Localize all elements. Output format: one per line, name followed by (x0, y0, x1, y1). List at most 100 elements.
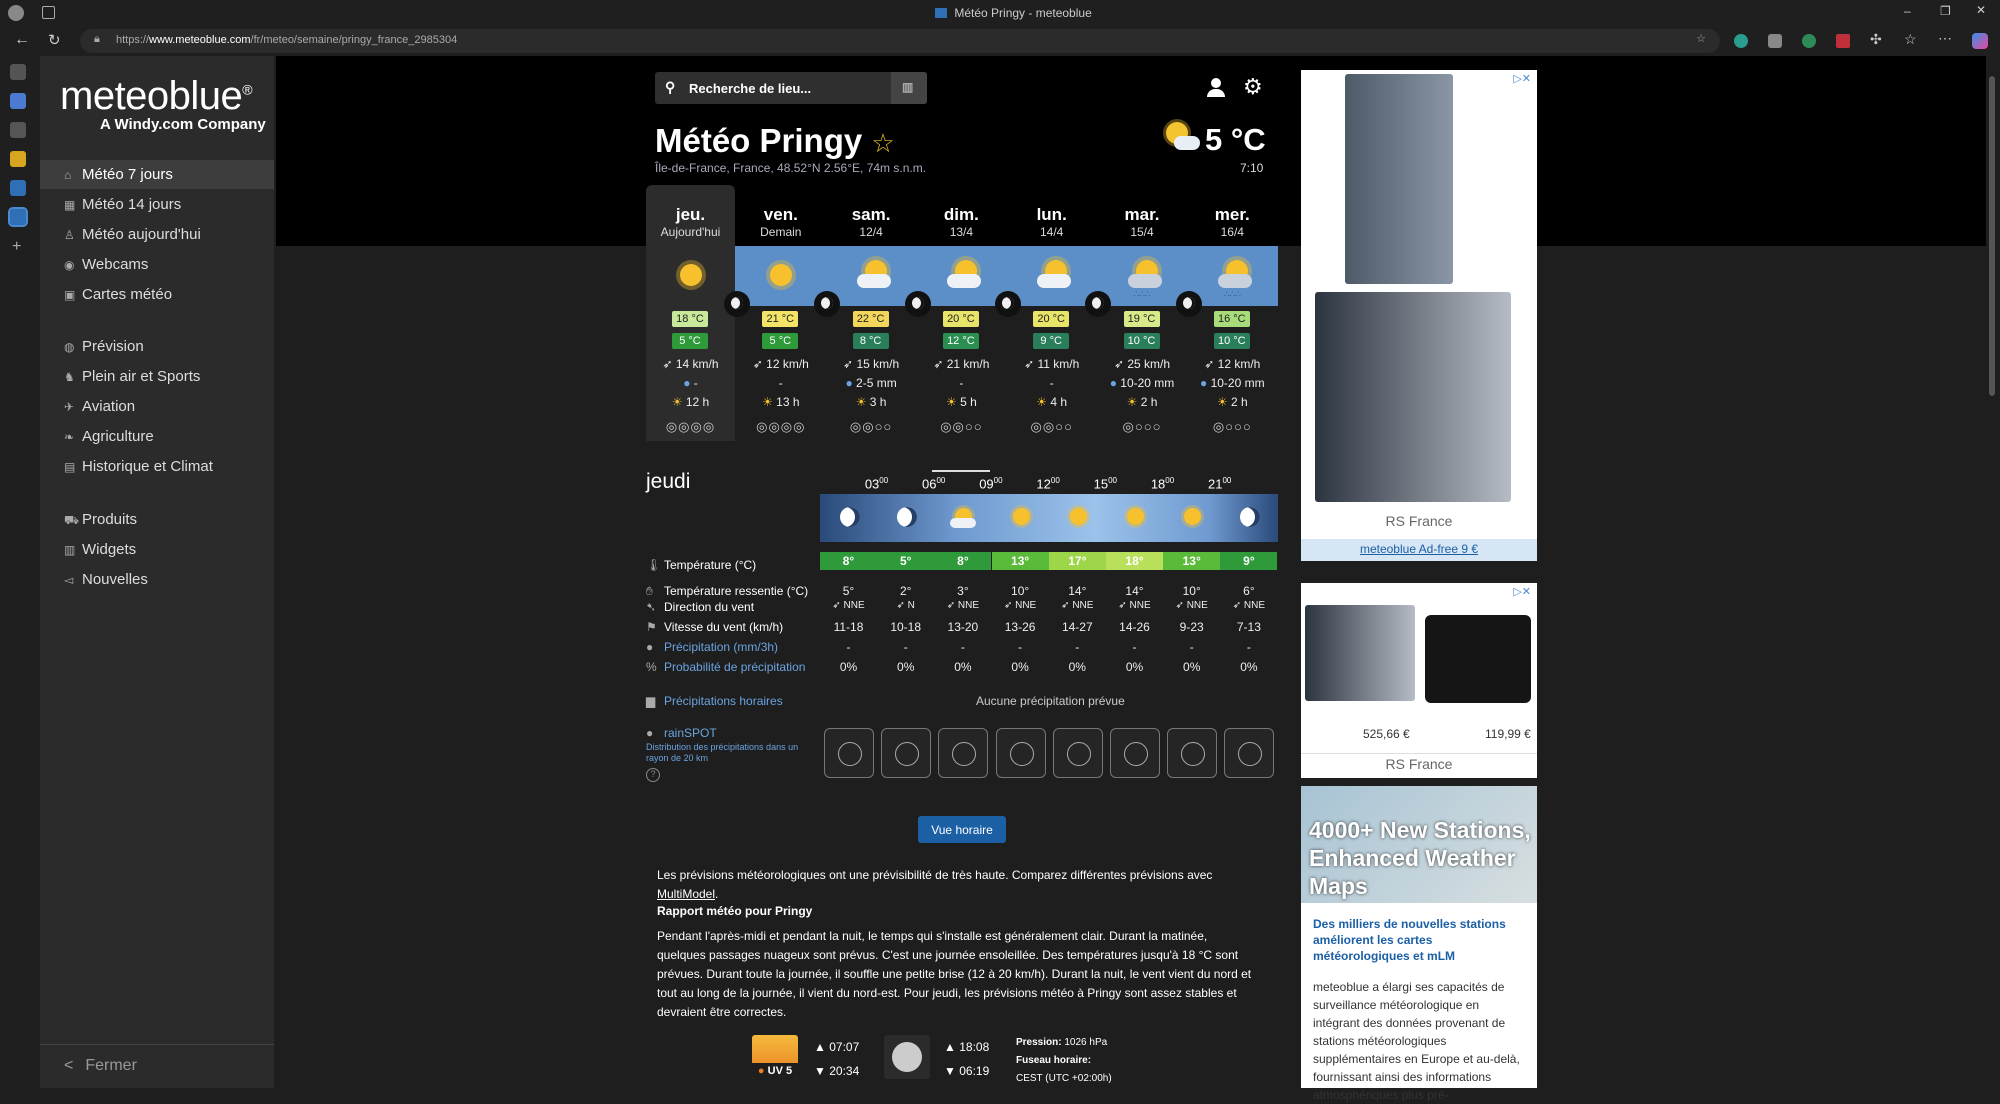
vertical-tab[interactable] (10, 122, 26, 138)
day-precipitation: ● 10-20 mm (1109, 376, 1175, 390)
wind-arrow-icon: ➶ (946, 600, 956, 611)
restore-icon[interactable]: ❐ (1940, 4, 1951, 18)
ad-product-image (1305, 605, 1415, 701)
close-sidebar-button[interactable]: < Fermer (40, 1044, 274, 1088)
vertical-tab[interactable] (10, 151, 26, 167)
extension-icon[interactable] (1768, 34, 1782, 48)
settings-gear-icon[interactable]: ⚙ (1243, 74, 1263, 100)
help-icon[interactable]: ? (646, 768, 660, 782)
sidebar-item-label: Agriculture (82, 428, 154, 445)
sidebar-item-nouvelles[interactable]: ◅ Nouvelles (40, 565, 274, 594)
sidebar-item-label: Produits (82, 511, 138, 528)
search-input[interactable]: ⚲ Recherche de lieu... ▥ (655, 72, 927, 104)
ad-choices-icon[interactable]: ▷✕ (1513, 585, 1531, 598)
rainspot-tile[interactable] (1052, 728, 1103, 778)
ad-choices-icon[interactable]: ▷✕ (1513, 72, 1531, 85)
meteoblue-logo[interactable]: meteoblue® (60, 74, 253, 119)
new-tab-icon[interactable]: + (12, 238, 36, 256)
day-temp-max: 22 °C (852, 311, 889, 327)
vertical-tab[interactable] (10, 64, 26, 80)
browser-profile-icon[interactable] (8, 5, 24, 21)
minimize-icon[interactable]: – (1904, 4, 1911, 18)
hourly-dir-cell: ➶ NNE (1061, 600, 1094, 611)
news-title[interactable]: Des milliers de nouvelles stations améli… (1313, 916, 1525, 964)
rainspot-tile[interactable] (1167, 728, 1218, 778)
hourly-view-button[interactable]: Vue horaire (918, 816, 1006, 843)
multimodel-link[interactable]: MultiModel (657, 887, 715, 901)
favorites-icon[interactable]: ☆ (1904, 31, 1917, 48)
rainspot-tile[interactable] (995, 728, 1046, 778)
day-temp-min: 10 °C (1213, 333, 1250, 349)
rainspot-label[interactable]: ● rainSPOT (646, 726, 717, 740)
day-name: jeu. (675, 205, 706, 224)
sidebar-item-aviation[interactable]: ✈ Aviation (40, 392, 274, 421)
hourly-prec-cell: - (1075, 640, 1080, 654)
adfree-link[interactable]: meteoblue Ad-free 9 € (1301, 539, 1537, 561)
favorite-star-icon[interactable]: ☆ (1696, 32, 1706, 45)
rainspot-tile[interactable] (1110, 728, 1160, 778)
extension-icon[interactable] (1802, 34, 1816, 48)
sidebar-item-m-t-o-14-jours[interactable]: ▦ Météo 14 jours (40, 190, 274, 219)
sidebar-item-m-t-o-7-jours[interactable]: ⌂ Météo 7 jours (40, 160, 274, 189)
wind-arrow-icon: ➶ (832, 600, 841, 611)
hourly-prec-cell: - (1246, 640, 1251, 654)
partly-cloudy-icon (1033, 256, 1073, 296)
rainspot-tile[interactable] (824, 728, 874, 778)
sidebar-item-widgets[interactable]: ▥ Widgets (40, 535, 274, 564)
day-predictability: ◎○○○ (1212, 419, 1252, 434)
ad-banner-1[interactable]: ▷✕ RS France (1301, 70, 1537, 539)
ad-banner-2[interactable]: ▷✕ 525,66 € 119,99 € RS France (1301, 583, 1537, 778)
night-moon-icon (904, 291, 931, 317)
vertical-tab[interactable] (10, 93, 26, 109)
close-sidebar-label: Fermer (85, 1057, 137, 1074)
partly-cloudy-icon (853, 256, 893, 296)
rainspot-tile[interactable] (881, 728, 932, 778)
vertical-tab-active[interactable] (8, 207, 28, 227)
favorite-star-icon[interactable]: ☆ (871, 128, 894, 158)
sidebar-item-m-t-o-aujourd-hui[interactable]: ♙ Météo aujourd'hui (40, 220, 274, 249)
back-icon[interactable]: ← (14, 31, 30, 49)
reload-icon[interactable]: ↻ (48, 31, 61, 49)
extension-icon[interactable] (1836, 34, 1850, 48)
wind-flag-icon: ⚑ (646, 620, 657, 634)
scrollbar-thumb[interactable] (1989, 76, 1995, 396)
close-window-icon[interactable]: ✕ (1976, 3, 1986, 17)
rainspot-tile[interactable] (1224, 728, 1275, 778)
more-menu-icon[interactable]: ⋯ (1938, 30, 1952, 47)
copilot-icon[interactable] (1972, 33, 1988, 49)
news-promo-card[interactable]: 4000+ New Stations, Enhanced Weather Map… (1301, 786, 1537, 1102)
browser-tab[interactable]: Météo Pringy - meteoblue (935, 6, 1092, 20)
map-search-button[interactable]: ▥ (891, 72, 927, 104)
wind-arrow-icon: ➶ (752, 357, 763, 371)
browser-tab-actions-icon[interactable] (42, 6, 55, 19)
sidebar-item-plein-air-et-sports[interactable]: ♞ Plein air et Sports (40, 362, 274, 391)
hourly-precipitation-link[interactable]: ▆ Précipitations horaires (646, 694, 783, 708)
vertical-tab-strip: + (0, 56, 36, 1088)
hourly-icon-strip (820, 494, 1278, 542)
row-label-speed: ⚑ Vitesse du vent (km/h) (646, 620, 784, 634)
sidebar-item-cartes-m-t-o[interactable]: ▣ Cartes météo (40, 280, 274, 309)
hourly-feel-cell: 3° (957, 584, 969, 598)
extension-icon[interactable] (1734, 34, 1748, 48)
current-temperature: 5 °C (1205, 122, 1266, 157)
day-predictability: ◎◎◎◎ (665, 419, 716, 434)
wind-arrow-icon: ➶ (1204, 357, 1215, 371)
chart-icon: ▤ (64, 460, 76, 474)
sidebar-item-pr-vision[interactable]: ◍ Prévision (40, 332, 274, 361)
sidebar-item-produits[interactable]: ⛟ Produits (40, 505, 274, 534)
sidebar-item-agriculture[interactable]: ❧ Agriculture (40, 422, 274, 451)
page-scrollbar[interactable] (1986, 56, 2000, 1088)
extensions-puzzle-icon[interactable]: ✣ (1870, 31, 1882, 48)
sidebar-item-historique-et-climat[interactable]: ▤ Historique et Climat (40, 452, 274, 481)
rainspot-tile[interactable] (938, 728, 989, 778)
night-moon-icon (724, 291, 750, 317)
day-predictability: ◎◎◎◎ (756, 419, 806, 434)
address-bar[interactable]: 🔒︎ https://www.meteoblue.com/fr/meteo/se… (80, 29, 1720, 53)
url-host: www.meteoblue.com (149, 34, 251, 46)
sidebar-item-webcams[interactable]: ◉ Webcams (40, 250, 274, 279)
day-wind: ➶ 21 km/h (933, 357, 990, 371)
moonset-time: ▼ 06:19 (944, 1064, 990, 1078)
day-name: dim. (943, 205, 979, 224)
vertical-tab[interactable] (10, 180, 26, 196)
user-icon[interactable] (1207, 78, 1225, 98)
